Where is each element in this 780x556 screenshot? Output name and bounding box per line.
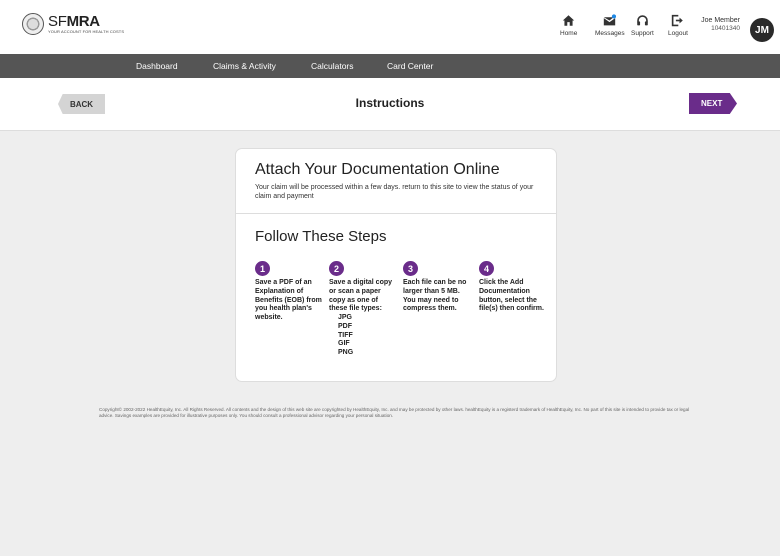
- step-text: Each file can be no larger than 5 MB. Yo…: [403, 279, 467, 313]
- step-number: 2: [329, 261, 344, 276]
- seal-icon: [22, 13, 44, 35]
- headset-icon: [637, 15, 648, 26]
- step-4: 4 Click the Add Documentation button, se…: [479, 261, 547, 314]
- copyright-text: Copyright© 2002-2022 HealthEquity, Inc. …: [99, 407, 690, 419]
- page-title: Instructions: [355, 96, 425, 110]
- instructions-card: Attach Your Documentation Online Your cl…: [235, 148, 557, 382]
- messages-icon: [604, 14, 617, 26]
- logo[interactable]: SFMRA YOUR ACCOUNT FOR HEALTH COSTS: [22, 13, 124, 35]
- nav-calculators[interactable]: Calculators: [311, 61, 354, 71]
- nav-dashboard[interactable]: Dashboard: [136, 61, 178, 71]
- step-3: 3 Each file can be no larger than 5 MB. …: [403, 261, 471, 314]
- user-name: Joe Member: [701, 17, 740, 24]
- divider: [236, 213, 556, 214]
- home-icon: [562, 15, 575, 26]
- file-type: PNG: [338, 349, 354, 356]
- step-number: 1: [255, 261, 270, 276]
- card-title: Attach Your Documentation Online: [255, 161, 500, 178]
- nav-messages[interactable]: Messages: [595, 14, 625, 37]
- steps-title: Follow These Steps: [255, 228, 387, 245]
- nav-logout[interactable]: Logout: [668, 14, 688, 37]
- step-text: Save a digital copy or scan a paper copy…: [329, 279, 397, 358]
- nav-claims-activity[interactable]: Claims & Activity: [213, 61, 276, 71]
- user-id: 10401340: [711, 25, 740, 33]
- user-info[interactable]: Joe Member 10401340: [701, 17, 740, 33]
- logout-icon: [672, 14, 684, 27]
- card-description: Your claim will be processed within a fe…: [255, 184, 534, 201]
- step-2: 2 Save a digital copy or scan a paper co…: [329, 261, 397, 358]
- top-bar: SFMRA YOUR ACCOUNT FOR HEALTH COSTS Home…: [0, 0, 780, 54]
- logo-wordmark: SFMRA: [48, 13, 100, 30]
- file-type: JPG: [338, 314, 353, 321]
- nav-home[interactable]: Home: [560, 14, 577, 37]
- next-button[interactable]: NEXT: [689, 93, 737, 114]
- file-types-list: JPG PDF TIFF GIF PNG: [338, 314, 397, 358]
- step-number: 4: [479, 261, 494, 276]
- logo-tagline: YOUR ACCOUNT FOR HEALTH COSTS: [48, 29, 125, 34]
- nav-card-center[interactable]: Card Center: [387, 61, 433, 71]
- nav-support[interactable]: Support: [631, 14, 654, 37]
- main-nav: Dashboard Claims & Activity Calculators …: [0, 54, 780, 78]
- step-number: 3: [403, 261, 418, 276]
- step-1: 1 Save a PDF of an Explanation of Benefi…: [255, 261, 323, 323]
- step-text: Click the Add Documentation button, sele…: [479, 279, 544, 313]
- step-text: Save a PDF of an Explanation of Benefits…: [255, 279, 322, 321]
- file-type: GIF: [338, 340, 350, 348]
- file-type: TIFF: [338, 331, 353, 339]
- file-type: PDF: [338, 322, 352, 330]
- avatar[interactable]: JM: [750, 18, 774, 42]
